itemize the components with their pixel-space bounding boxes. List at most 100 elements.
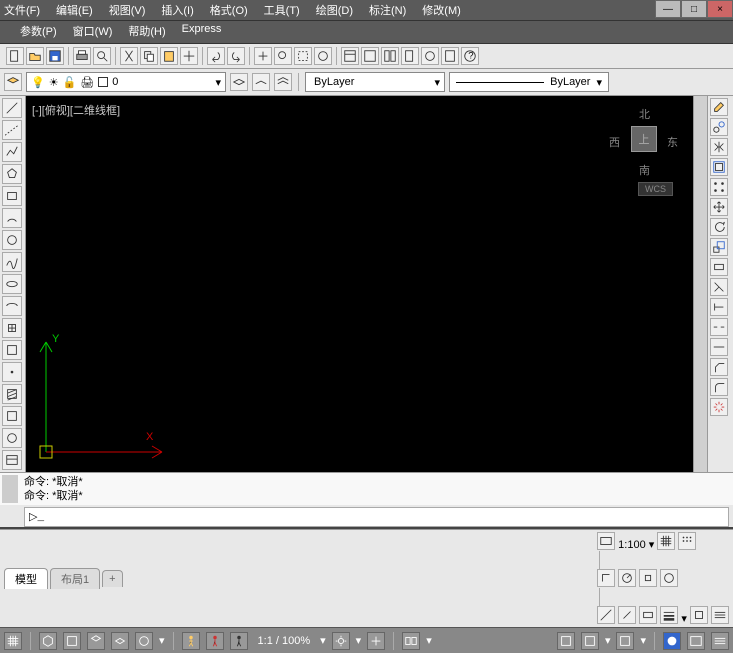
view-button-2[interactable] <box>87 632 105 650</box>
view-button-4[interactable] <box>135 632 153 650</box>
menu-edit[interactable]: 编辑(E) <box>56 2 93 18</box>
menu-express[interactable]: Express <box>182 23 222 39</box>
model-space-button[interactable] <box>597 532 615 550</box>
menu-file[interactable]: 文件(F) <box>4 2 40 18</box>
polyline-button[interactable] <box>2 142 22 162</box>
viewport-label[interactable]: [-][俯视][二维线框] <box>32 102 120 118</box>
dyn-button[interactable] <box>639 606 657 624</box>
make-block-button[interactable] <box>2 340 22 360</box>
menu-dimension[interactable]: 标注(N) <box>369 2 406 18</box>
layer-states-button[interactable] <box>230 73 248 91</box>
command-input[interactable] <box>48 511 724 523</box>
dropdown-arrow-icon[interactable]: ▾ <box>426 634 432 647</box>
viewcube[interactable]: 北 南 西 东 上 <box>609 106 679 176</box>
person-button[interactable] <box>230 632 248 650</box>
layer-prev-button[interactable] <box>252 73 270 91</box>
dropdown-arrow-icon[interactable]: ▾ <box>649 539 655 551</box>
panel-handle[interactable] <box>2 475 18 503</box>
properties-button[interactable] <box>341 47 359 65</box>
cut-button[interactable] <box>120 47 138 65</box>
preview-button[interactable] <box>93 47 111 65</box>
vp-max-button[interactable] <box>402 632 420 650</box>
sheetset-button[interactable] <box>401 47 419 65</box>
hatch-button[interactable] <box>2 384 22 404</box>
gradient-button[interactable] <box>2 406 22 426</box>
clean-screen-button[interactable] <box>687 632 705 650</box>
menu-draw[interactable]: 绘图(D) <box>316 2 353 18</box>
layer-dropdown[interactable]: 💡 ☀ 🔓 🖨 0 ▾ <box>26 72 226 92</box>
rotate-button[interactable] <box>710 218 728 236</box>
snap-button[interactable] <box>678 532 696 550</box>
undo-button[interactable] <box>207 47 225 65</box>
insert-block-button[interactable] <box>2 318 22 338</box>
menu-view[interactable]: 视图(V) <box>109 2 146 18</box>
dropdown-arrow-icon[interactable]: ▾ <box>605 634 611 647</box>
otrack-button[interactable] <box>597 606 615 624</box>
color-dropdown[interactable]: ByLayer ▾ <box>305 72 445 92</box>
point-button[interactable] <box>2 362 22 382</box>
window-minimize-button[interactable]: — <box>655 0 681 18</box>
window-close-button[interactable]: × <box>707 0 733 18</box>
tpy-button[interactable] <box>690 606 708 624</box>
ducs-button[interactable] <box>618 606 636 624</box>
offset-button[interactable] <box>710 158 728 176</box>
qp-button[interactable] <box>711 606 729 624</box>
match-button[interactable] <box>180 47 198 65</box>
rectangle-button[interactable] <box>2 186 22 206</box>
extend-button[interactable] <box>710 298 728 316</box>
open-button[interactable] <box>26 47 44 65</box>
dropdown-arrow-icon[interactable]: ▾ <box>159 634 165 647</box>
arc-button[interactable] <box>2 208 22 228</box>
scale-button[interactable] <box>710 238 728 256</box>
zoom-window-button[interactable] <box>294 47 312 65</box>
zoom-prev-button[interactable] <box>314 47 332 65</box>
drawing-viewport[interactable]: [-][俯视][二维线框] 北 南 西 东 上 WCS Y X <box>26 96 693 472</box>
walk-button[interactable] <box>182 632 200 650</box>
line-button[interactable] <box>2 98 22 118</box>
explode-button[interactable] <box>710 398 728 416</box>
join-button[interactable] <box>710 338 728 356</box>
grid-toggle-button[interactable] <box>4 632 22 650</box>
array-button[interactable] <box>710 178 728 196</box>
erase-button[interactable] <box>710 98 728 116</box>
dc-button[interactable] <box>361 47 379 65</box>
paste-button[interactable] <box>160 47 178 65</box>
layer-manager-button[interactable] <box>4 73 22 91</box>
layer-iso-button[interactable] <box>274 73 292 91</box>
spline-button[interactable] <box>2 252 22 272</box>
dropdown-arrow-icon[interactable]: ▾ <box>320 634 326 647</box>
menu-modify[interactable]: 修改(M) <box>422 2 461 18</box>
tool-palette-button[interactable] <box>381 47 399 65</box>
calc-button[interactable] <box>441 47 459 65</box>
grid-button[interactable] <box>657 532 675 550</box>
redo-button[interactable] <box>227 47 245 65</box>
table-button[interactable] <box>2 450 22 470</box>
construction-line-button[interactable] <box>2 120 22 140</box>
pan-button[interactable] <box>254 47 272 65</box>
tray-button-3[interactable] <box>616 632 634 650</box>
plus-button[interactable] <box>367 632 385 650</box>
osnap-button[interactable] <box>639 569 657 587</box>
viewcube-face[interactable]: 上 <box>631 126 657 152</box>
zoom-realtime-button[interactable] <box>274 47 292 65</box>
tray-button-1[interactable] <box>557 632 575 650</box>
lwt-button[interactable] <box>660 606 678 624</box>
3dosnap-button[interactable] <box>660 569 678 587</box>
move-button[interactable] <box>710 198 728 216</box>
copy-button[interactable] <box>140 47 158 65</box>
new-button[interactable] <box>6 47 24 65</box>
trim-button[interactable] <box>710 278 728 296</box>
copy-obj-button[interactable] <box>710 118 728 136</box>
fly-button[interactable] <box>206 632 224 650</box>
polygon-button[interactable] <box>2 164 22 184</box>
menu-help[interactable]: 帮助(H) <box>128 23 165 39</box>
tab-model[interactable]: 模型 <box>4 568 48 589</box>
dropdown-arrow-icon[interactable]: ▾ <box>640 634 646 647</box>
menu-insert[interactable]: 插入(I) <box>161 2 193 18</box>
region-button[interactable] <box>2 428 22 448</box>
gear-button[interactable] <box>332 632 350 650</box>
ellipse-arc-button[interactable] <box>2 296 22 316</box>
tray-button-2[interactable] <box>581 632 599 650</box>
menu-parametric[interactable]: 参数(P) <box>20 23 57 39</box>
vertical-scrollbar[interactable] <box>693 96 707 472</box>
